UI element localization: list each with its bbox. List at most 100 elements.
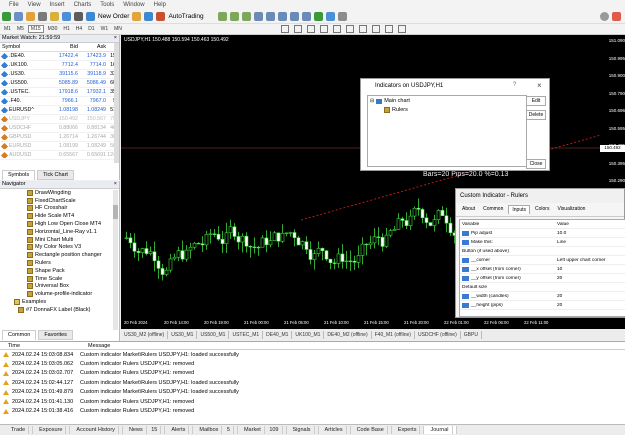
tab-tick-chart[interactable]: Tick Chart [37,170,74,180]
timeframe-d1[interactable]: D1 [86,26,96,32]
input-row[interactable]: Make this: Line [460,238,625,247]
menu-item-tools[interactable]: Tools [100,2,114,8]
market-watch-row[interactable]: .DE40.17422.417423.915 [0,52,119,61]
chart-tab[interactable]: USTEC_M1 [229,330,264,339]
cursor-icon[interactable] [280,25,289,33]
terminal-icon[interactable] [62,11,71,21]
text-icon[interactable] [371,25,380,33]
input-value[interactable]: 20 [555,294,625,299]
tab-news[interactable]: News 15 [123,426,166,434]
chart-tab[interactable]: F40_M1 (offline) [372,330,415,339]
timeframe-h4[interactable]: H4 [74,26,84,32]
navigator-item[interactable]: Rulers [0,259,119,267]
navigator-item[interactable]: HF Crosshair [0,205,119,213]
tab-market[interactable]: Market 109 [238,426,287,434]
menu-item-insert[interactable]: Insert [50,2,65,8]
journal-row[interactable]: 2024.02.24 15:03:08.834 Custom indicator … [0,350,625,359]
chart-tab[interactable]: GBPU [461,330,482,339]
dialog-titlebar[interactable]: Indicators on USDJPY,H1 ? × [361,79,549,93]
tile-icon[interactable] [277,11,287,21]
tab-visualization[interactable]: Visualization [554,205,588,214]
timeframe-h1[interactable]: H1 [61,26,71,32]
edit-button[interactable]: Edit [526,96,546,106]
tab-colors[interactable]: Colors [532,205,552,214]
tab-common[interactable]: Common [2,330,37,340]
profiles-icon[interactable] [14,11,23,21]
market-watch-row[interactable]: USDJPY150.492150.56775 [0,115,119,124]
input-row[interactable]: __height (pips) 20 [460,301,625,310]
tab-trade[interactable]: Trade [5,426,34,434]
fibonacci-icon[interactable] [358,25,367,33]
search-icon[interactable] [600,11,609,21]
tree-item-last[interactable]: #7 DonnaFX Label (Black) [0,306,119,314]
trendline-icon[interactable] [332,25,341,33]
tab-articles[interactable]: Articles [319,426,351,434]
label-icon[interactable] [384,25,393,33]
delete-button[interactable]: Delete [526,110,546,120]
navigator-icon[interactable] [50,11,59,21]
menu-item-help[interactable]: Help [154,2,166,8]
candle-icon[interactable] [229,11,239,21]
close-icon[interactable]: × [114,35,117,41]
zoom-out-icon[interactable] [265,11,275,21]
collapse-icon[interactable]: ⊟ [370,98,374,104]
navigator-item[interactable]: High Low Open Close MT4 [0,220,119,228]
timeframe-m15[interactable]: M15 [27,25,44,33]
navigator-item[interactable]: Rectangle position changer [0,251,119,259]
tree-rulers[interactable]: Rulers [368,106,526,114]
tester-icon[interactable] [74,11,83,21]
market-watch-row[interactable]: USDCHF0.880660.8813446 [0,124,119,133]
navigator-item[interactable]: Horizontal_Line-Ray v1.1 [0,228,119,236]
market-watch-row[interactable]: EURUSD1.081991.0824950 [0,142,119,151]
navigator-item[interactable]: DrawWingding [0,189,119,197]
templates-icon[interactable] [337,11,347,21]
market-watch-row[interactable]: .US500.5085.895086.4960 [0,79,119,88]
navigator-item[interactable]: Universal Box [0,283,119,291]
timeframe-m5[interactable]: M5 [15,26,26,32]
tab-signals[interactable]: Signals [287,426,319,434]
input-value[interactable]: Left upper chart corner [555,258,625,263]
crosshair-icon[interactable] [293,25,302,33]
journal-row[interactable]: 2024.02.24 15:02:44.127 Custom indicator … [0,378,625,387]
tab-code-base[interactable]: Code Base [351,426,392,434]
input-row[interactable]: __y offset (from corner) 20 [460,274,625,283]
navigator-item[interactable]: Hide Scale MT4 [0,212,119,220]
chart-tab[interactable]: USDCHF (offline) [415,330,461,339]
tab-common[interactable]: Common [480,205,506,214]
journal-row[interactable]: 2024.02.24 15:01:41.130 Custom indicator … [0,397,625,406]
tab-exposure[interactable]: Exposure [33,426,71,434]
add-icon[interactable] [2,11,11,21]
tab-favorites[interactable]: Favorites [38,330,73,340]
menu-item-charts[interactable]: Charts [74,2,92,8]
folder-icon[interactable] [26,11,35,21]
chart-tab[interactable]: UK100_M1 [292,330,325,339]
menu-item-file[interactable]: File [9,2,19,8]
navigator-item[interactable]: Mini Chart Multi [0,236,119,244]
journal-row[interactable]: 2024.02.24 15:01:38.416 Custom indicator … [0,406,625,415]
input-row[interactable]: __width (candles) 20 [460,292,625,301]
market-watch-row[interactable]: GBPUSD1.267141.2674430 [0,133,119,142]
shapes-icon[interactable] [397,25,406,33]
input-row[interactable]: __corner Left upper chart corner [460,256,625,265]
tab-journal[interactable]: Journal [424,426,457,434]
new-order-button[interactable]: New Order [98,13,129,20]
input-value[interactable]: 10.0 [555,231,625,236]
shift-icon[interactable] [301,11,311,21]
market-watch-row[interactable]: .F40.7966.17967.09 [0,97,119,106]
chart-tab[interactable]: DE40_M2 (offline) [324,330,372,339]
navigator-item[interactable]: Shape Pack [0,267,119,275]
bar-chart-icon[interactable] [217,11,227,21]
tab-about[interactable]: About [459,205,478,214]
navigator-item[interactable]: Time Scale [0,275,119,283]
input-value[interactable]: 20 [555,303,625,308]
zoom-in-icon[interactable] [253,11,263,21]
market-watch-row[interactable]: .UK100.7712.47714.016 [0,61,119,70]
navigator-item[interactable]: volume-profile-indicator [0,290,119,298]
autotrading-icon[interactable] [156,11,166,21]
timeframe-w1[interactable]: W1 [99,26,111,32]
market-watch-row[interactable]: .USTEC.17918.617932.135 [0,88,119,97]
tab-alerts[interactable]: Alerts [165,426,194,434]
autoscroll-icon[interactable] [289,11,299,21]
new-order-icon[interactable] [86,11,95,21]
journal-row[interactable]: 2024.02.24 15:03:02.707 Custom indicator … [0,369,625,378]
